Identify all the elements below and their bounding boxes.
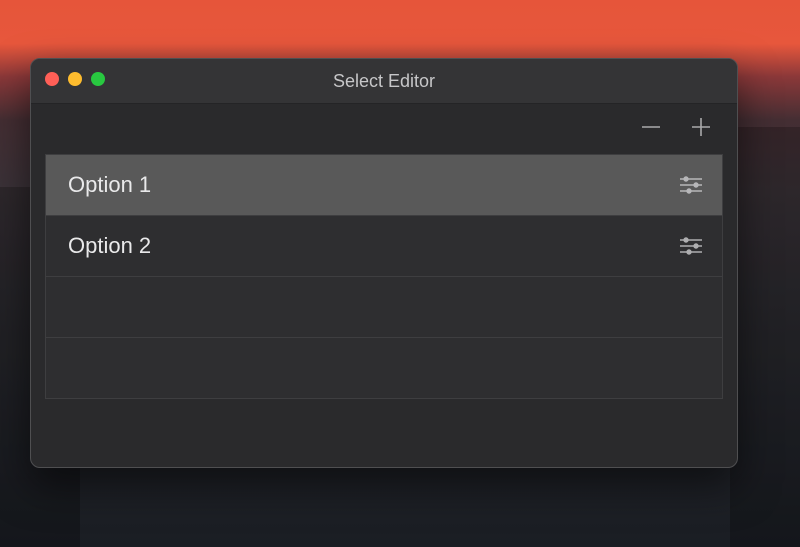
window-controls xyxy=(45,72,105,86)
option-row-empty[interactable] xyxy=(45,338,723,399)
sliders-icon xyxy=(678,236,704,256)
option-row[interactable]: Option 2 xyxy=(45,216,723,277)
minimize-window-button[interactable] xyxy=(68,72,82,86)
titlebar: Select Editor xyxy=(31,59,737,104)
sliders-icon xyxy=(678,175,704,195)
option-row[interactable]: Option 1 xyxy=(45,154,723,216)
plus-icon xyxy=(689,115,713,144)
select-editor-window: Select Editor Option 1 xyxy=(30,58,738,468)
options-list: Option 1 Option 2 xyxy=(31,154,737,467)
add-option-button[interactable] xyxy=(687,115,715,143)
option-settings-button[interactable] xyxy=(678,175,704,195)
option-settings-button[interactable] xyxy=(678,236,704,256)
remove-option-button[interactable] xyxy=(637,115,665,143)
zoom-window-button[interactable] xyxy=(91,72,105,86)
close-window-button[interactable] xyxy=(45,72,59,86)
option-label: Option 2 xyxy=(68,233,151,259)
option-label: Option 1 xyxy=(68,172,151,198)
window-title: Select Editor xyxy=(333,71,435,92)
toolbar xyxy=(31,104,737,154)
minus-icon xyxy=(639,115,663,144)
option-row-empty[interactable] xyxy=(45,277,723,338)
